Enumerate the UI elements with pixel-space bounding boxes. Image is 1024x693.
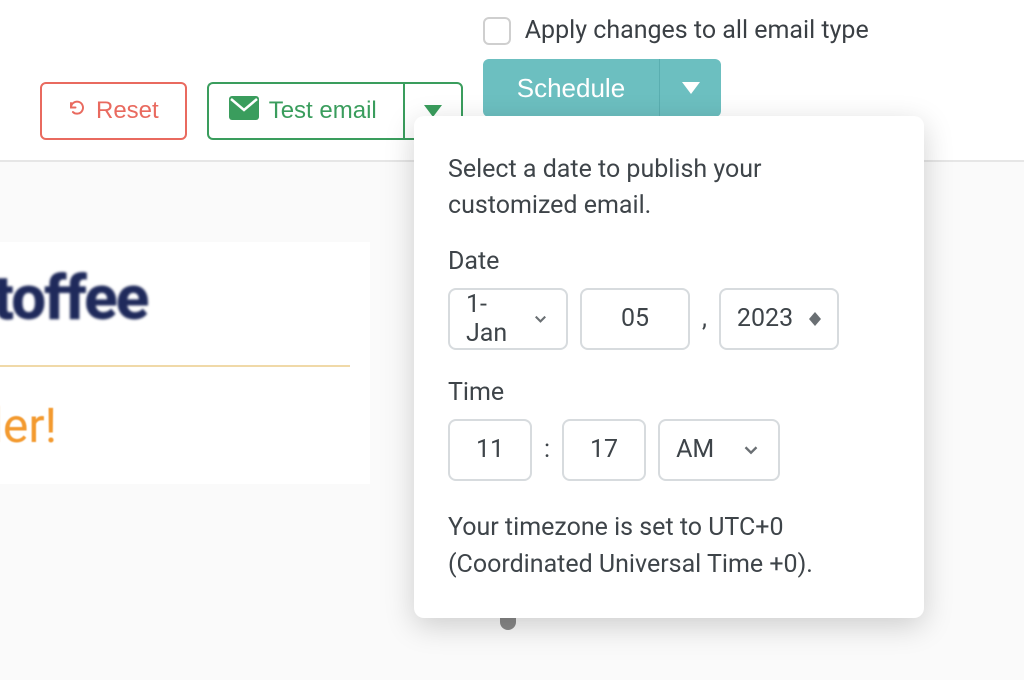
ampm-select[interactable]: AM bbox=[658, 419, 780, 481]
comma-separator: , bbox=[702, 304, 707, 333]
schedule-column: Apply changes to all email type Schedule bbox=[483, 10, 869, 117]
spinner-down-icon bbox=[809, 319, 821, 326]
month-value: 1-Jan bbox=[466, 290, 525, 348]
hour-value: 11 bbox=[476, 435, 504, 464]
schedule-button-group: Schedule bbox=[483, 59, 869, 117]
reset-button[interactable]: Reset bbox=[40, 82, 187, 140]
apply-changes-row: Apply changes to all email type bbox=[483, 16, 869, 45]
popover-intro: Select a date to publish your customized… bbox=[448, 152, 890, 225]
year-input[interactable]: 2023 bbox=[719, 288, 839, 350]
minute-value: 17 bbox=[590, 435, 618, 464]
apply-changes-label: Apply changes to all email type bbox=[525, 16, 869, 45]
day-value: 05 bbox=[621, 304, 649, 333]
brand-logo-text: otoffee bbox=[0, 262, 350, 335]
envelope-icon bbox=[229, 96, 259, 127]
reset-button-label: Reset bbox=[96, 97, 159, 125]
reset-icon bbox=[68, 97, 86, 125]
date-label: Date bbox=[448, 247, 890, 276]
test-email-label: Test email bbox=[269, 97, 377, 125]
year-spinner[interactable] bbox=[809, 312, 821, 326]
chevron-down-icon bbox=[740, 439, 762, 461]
divider bbox=[0, 365, 350, 367]
chevron-down-icon bbox=[682, 82, 700, 94]
month-select[interactable]: 1-Jan bbox=[448, 288, 568, 350]
time-label: Time bbox=[448, 378, 890, 407]
day-input[interactable]: 05 bbox=[580, 288, 690, 350]
hour-input[interactable]: 11 bbox=[448, 419, 532, 481]
time-row: 11 : 17 AM bbox=[448, 419, 890, 481]
schedule-button[interactable]: Schedule bbox=[483, 59, 659, 117]
spinner-up-icon bbox=[809, 312, 821, 319]
apply-changes-checkbox[interactable] bbox=[483, 17, 511, 45]
test-email-button[interactable]: Test email bbox=[207, 82, 403, 140]
minute-input[interactable]: 17 bbox=[562, 419, 646, 481]
date-row: 1-Jan 05 , 2023 bbox=[448, 288, 890, 350]
schedule-dropdown-button[interactable] bbox=[659, 59, 721, 117]
email-preview-panel: otoffee rder! bbox=[0, 242, 370, 484]
headline-text: rder! bbox=[0, 397, 350, 454]
schedule-popover: Select a date to publish your customized… bbox=[414, 116, 924, 618]
colon-separator: : bbox=[544, 435, 550, 464]
year-value: 2023 bbox=[737, 304, 793, 333]
ampm-value: AM bbox=[676, 435, 714, 464]
schedule-button-label: Schedule bbox=[517, 73, 625, 104]
timezone-text: Your timezone is set to UTC+0 (Coordinat… bbox=[448, 509, 890, 584]
chevron-down-icon bbox=[531, 309, 550, 329]
